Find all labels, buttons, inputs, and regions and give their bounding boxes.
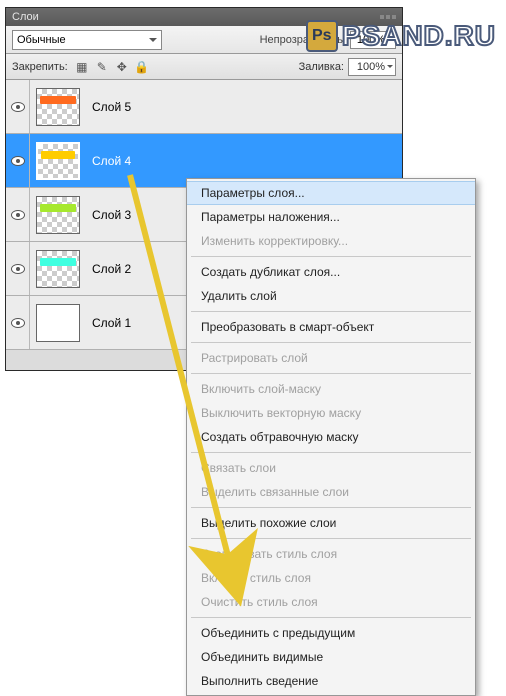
ps-icon: Ps <box>306 20 338 52</box>
visibility-toggle[interactable] <box>6 188 30 241</box>
layer-name: Слой 1 <box>92 316 131 330</box>
lock-label: Закрепить: <box>12 61 68 73</box>
menu-item: Включить слой-маску <box>187 377 475 401</box>
visibility-toggle[interactable] <box>6 242 30 295</box>
layer-thumbnail[interactable] <box>36 88 80 126</box>
panel-title: Слои <box>12 11 39 23</box>
eye-icon <box>11 264 25 274</box>
menu-item[interactable]: Выделить похожие слои <box>187 511 475 535</box>
layer-name: Слой 5 <box>92 100 131 114</box>
menu-item[interactable]: Параметры наложения... <box>187 205 475 229</box>
lock-position-icon[interactable]: ✥ <box>114 59 130 75</box>
menu-separator <box>191 452 471 453</box>
menu-separator <box>191 507 471 508</box>
layer-thumbnail[interactable] <box>36 142 80 180</box>
layer-name: Слой 3 <box>92 208 131 222</box>
menu-item[interactable]: Создать обтравочную маску <box>187 425 475 449</box>
layer-name: Слой 2 <box>92 262 131 276</box>
menu-item: Растрировать слой <box>187 346 475 370</box>
menu-item[interactable]: Преобразовать в смарт-объект <box>187 315 475 339</box>
eye-icon <box>11 102 25 112</box>
lock-all-icon[interactable]: 🔒 <box>134 59 150 75</box>
menu-item[interactable]: Объединить с предыдущим <box>187 621 475 645</box>
menu-item: Скопировать стиль слоя <box>187 542 475 566</box>
menu-item: Связать слои <box>187 456 475 480</box>
menu-item: Изменить корректировку... <box>187 229 475 253</box>
menu-item[interactable]: Параметры слоя... <box>187 181 475 205</box>
fill-label: Заливка: <box>299 61 344 73</box>
menu-item: Выделить связанные слои <box>187 480 475 504</box>
layer-name: Слой 4 <box>92 154 131 168</box>
menu-separator <box>191 538 471 539</box>
lock-transparency-icon[interactable]: ▦ <box>74 59 90 75</box>
menu-item: Очистить стиль слоя <box>187 590 475 614</box>
layer-thumbnail[interactable] <box>36 304 80 342</box>
eye-icon <box>11 156 25 166</box>
context-menu: Параметры слоя...Параметры наложения...И… <box>186 178 476 696</box>
visibility-toggle[interactable] <box>6 80 30 133</box>
blend-mode-value: Обычные <box>17 34 66 46</box>
eye-icon <box>11 318 25 328</box>
menu-item[interactable]: Объединить видимые <box>187 645 475 669</box>
watermark: Ps PSAND.RU <box>306 18 496 54</box>
layer-row[interactable]: Слой 5 <box>6 80 402 134</box>
fill-value: 100% <box>357 61 385 73</box>
lock-row: Закрепить: ▦ ✎ ✥ 🔒 Заливка: 100% <box>6 54 402 80</box>
blend-mode-select[interactable]: Обычные <box>12 30 162 50</box>
menu-separator <box>191 617 471 618</box>
menu-separator <box>191 256 471 257</box>
visibility-toggle[interactable] <box>6 134 30 187</box>
layer-thumbnail[interactable] <box>36 250 80 288</box>
menu-separator <box>191 373 471 374</box>
eye-icon <box>11 210 25 220</box>
visibility-toggle[interactable] <box>6 296 30 349</box>
layer-thumbnail[interactable] <box>36 196 80 234</box>
menu-item[interactable]: Выполнить сведение <box>187 669 475 693</box>
watermark-text: PSAND.RU <box>342 20 496 52</box>
menu-separator <box>191 311 471 312</box>
lock-pixels-icon[interactable]: ✎ <box>94 59 110 75</box>
menu-item: Выключить векторную маску <box>187 401 475 425</box>
menu-item[interactable]: Удалить слой <box>187 284 475 308</box>
menu-separator <box>191 342 471 343</box>
fill-input[interactable]: 100% <box>348 58 396 76</box>
menu-item: Вклеить стиль слоя <box>187 566 475 590</box>
menu-item[interactable]: Создать дубликат слоя... <box>187 260 475 284</box>
